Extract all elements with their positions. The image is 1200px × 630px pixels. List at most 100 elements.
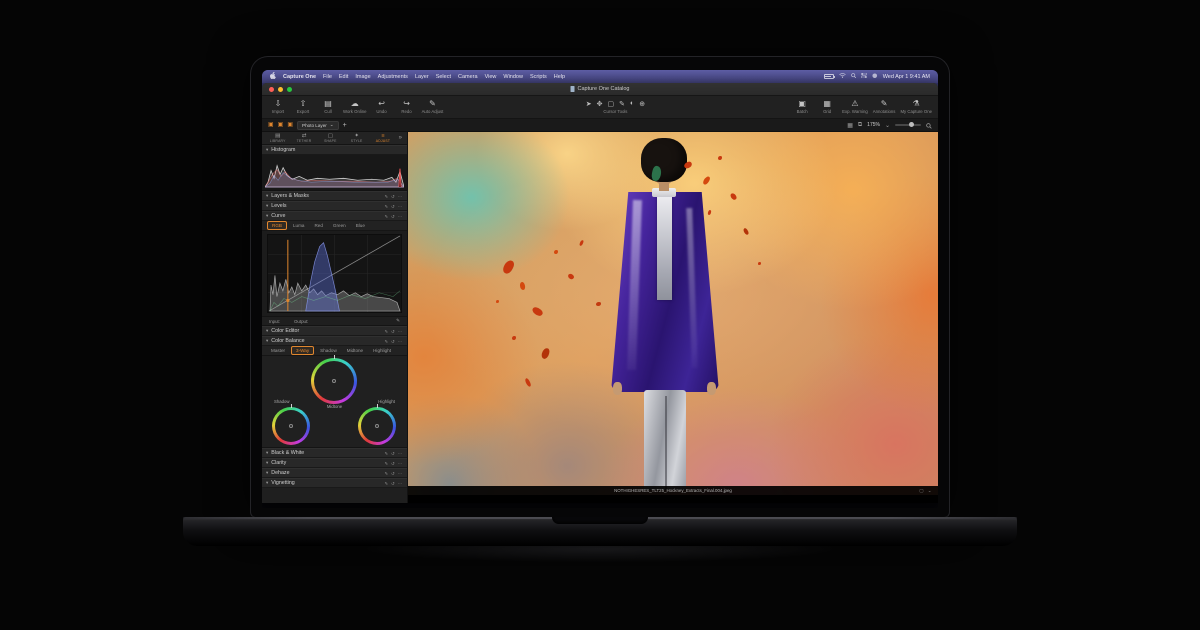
menu-item-image[interactable]: Image (355, 74, 370, 80)
tab-adjust[interactable]: ≡ ADJUST (370, 133, 395, 143)
menu-item-window[interactable]: Window (503, 74, 523, 80)
search-icon[interactable] (850, 72, 857, 81)
stage: Capture One File Edit Image Adjustments … (0, 0, 1200, 630)
color-editor-panel-header[interactable]: ▾ Color Editor ✎ ↺ ⋯ (262, 326, 407, 336)
menu-item-camera[interactable]: Camera (458, 74, 478, 80)
color-balance-wheels: Shadow Midtone Highlight (262, 355, 407, 448)
tab-style[interactable]: ✦ STYLE (344, 133, 369, 143)
control-center-icon[interactable] (860, 72, 868, 80)
menu-item-app[interactable]: Capture One (283, 74, 316, 80)
zoom-slider-knob[interactable] (909, 122, 915, 127)
siri-icon[interactable] (872, 73, 878, 81)
midtone-color-wheel[interactable] (311, 355, 357, 404)
panel-action-icons[interactable]: ✎ ↺ ⋯ (384, 194, 403, 199)
wifi-icon[interactable] (838, 73, 846, 80)
cb-tab-shadow[interactable]: Shadow (316, 347, 341, 354)
curve-panel-header[interactable]: ▾ Curve ✎ ↺ ⋯ (262, 211, 407, 221)
clarity-panel-header[interactable]: ▾ Clarity ✎ ↺ ⋯ (262, 458, 407, 468)
menu-item-select[interactable]: Select (436, 74, 451, 80)
color-balance-panel-header[interactable]: ▾ Color Balance ✎ ↺ ⋯ (262, 336, 407, 346)
viewer-grid-icon[interactable]: ▦ (847, 122, 853, 129)
image-filename: NOTHIGHESRES_TLT25_Hockney_Extracts_Fina… (614, 488, 732, 493)
cull-button[interactable]: ▤ Cull (318, 100, 338, 115)
zoom-window-button[interactable] (287, 86, 292, 92)
curve-io-row: Input: Output: ✎ (262, 317, 407, 326)
batch-button[interactable]: ▣ Batch (792, 100, 812, 115)
menu-item-layer[interactable]: Layer (415, 74, 429, 80)
layer-dropdown[interactable]: Photo Layer ⌄ (297, 120, 339, 130)
redo-button[interactable]: ↪ Redo (397, 100, 417, 115)
cb-tab-midtone[interactable]: Midtone (343, 347, 367, 354)
zoom-slider[interactable] (895, 122, 921, 127)
annotations-button[interactable]: ✎ Annotations (873, 99, 896, 115)
window-title-bar: Capture One Catalog (262, 83, 938, 96)
crop-tool-icon[interactable]: ▢ (608, 100, 615, 108)
menu-bar-clock[interactable]: Wed Apr 1 9:41 AM (883, 74, 930, 80)
more-tabs-icon[interactable]: » (397, 135, 404, 141)
menu-item-edit[interactable]: Edit (339, 74, 348, 80)
curve-tab-rgb[interactable]: RGB (267, 221, 287, 230)
work-online-button[interactable]: ☁ Work Online (343, 100, 367, 115)
tab-library[interactable]: ▤ LIBRARY (265, 133, 290, 143)
apple-menu-icon[interactable] (270, 72, 276, 81)
menu-item-scripts[interactable]: Scripts (530, 74, 547, 80)
histogram-panel-header[interactable]: ▾ Histogram (262, 145, 407, 155)
menu-item-view[interactable]: View (485, 74, 497, 80)
cb-tab-highlight[interactable]: Highlight (369, 347, 395, 354)
import-button[interactable]: ⇩ Import (268, 100, 288, 115)
grid-button[interactable]: ▦ Grid (817, 100, 837, 115)
pointer-tool-icon[interactable]: ➤ (586, 100, 592, 108)
black-white-panel-header[interactable]: ▾ Black & White ✎ ↺ ⋯ (262, 448, 407, 458)
close-window-button[interactable] (269, 86, 274, 92)
tab-shape[interactable]: ▢ SHAPE (318, 133, 343, 143)
annotations-icon: ✎ (880, 99, 888, 108)
zoom-level-value[interactable]: 175% (867, 122, 880, 128)
menu-item-file[interactable]: File (323, 74, 332, 80)
curve-tab-red[interactable]: Red (310, 222, 326, 229)
mask-tool-icon[interactable]: ◐ (630, 100, 634, 108)
menu-item-help[interactable]: Help (554, 74, 565, 80)
vignetting-panel-header[interactable]: ▾ Vignetting ✎ ↺ ⋯ (262, 478, 407, 488)
shadow-wheel-label: Shadow (274, 399, 290, 404)
warning-icon: ⚠ (851, 99, 859, 108)
silver-pants (644, 390, 686, 490)
macbook-screen: Capture One File Edit Image Adjustments … (250, 56, 950, 518)
levels-panel-header[interactable]: ▾ Levels ✎ ↺ ⋯ (262, 201, 407, 211)
auto-adjust-button[interactable]: ✎ Auto Adjust (422, 100, 444, 115)
battery-icon[interactable] (823, 74, 835, 79)
zoom-tool-icon[interactable]: ⊕ (639, 100, 645, 108)
tool-tabs: ▤ LIBRARY ⇄ TETHER ▢ SHAPE ✦ STYLE ≡ ADJUST » (262, 132, 407, 145)
exposure-warning-button[interactable]: ⚠ Exp. Warning (842, 99, 868, 115)
layer-icon[interactable]: ▣ (278, 122, 284, 128)
curve-output-label: Output: (294, 318, 309, 324)
layer-icon[interactable]: ▣ (268, 122, 274, 128)
zoom-chevron-icon[interactable]: ⌄ (885, 122, 890, 129)
dehaze-panel-header[interactable]: ▾ Dehaze ✎ ↺ ⋯ (262, 468, 407, 478)
cb-tab-3way[interactable]: 3-Way (291, 346, 315, 355)
menu-item-adjustments[interactable]: Adjustments (378, 74, 408, 80)
curve-pen-icon[interactable]: ✎ (396, 318, 400, 324)
image-viewer: NOTHIGHESRES_TLT25_Hockney_Extracts_Fina… (408, 132, 938, 503)
draw-tool-icon[interactable]: ✎ (619, 100, 625, 108)
viewer-copy-icon[interactable]: ⧉ (858, 122, 862, 129)
tab-tether[interactable]: ⇄ TETHER (291, 133, 316, 143)
capture-one-window: Capture One Catalog ⇩ Import ⇧ Export ▤ Cul… (262, 83, 938, 503)
export-button[interactable]: ⇧ Export (293, 100, 313, 115)
curve-tab-luma[interactable]: Luma (289, 222, 309, 229)
filename-bar: NOTHIGHESRES_TLT25_Hockney_Extracts_Fina… (408, 486, 938, 495)
add-layer-button[interactable]: + (343, 122, 347, 129)
minimize-window-button[interactable] (278, 86, 283, 92)
layers-masks-panel-header[interactable]: ▾ Layers & Masks ✎ ↺ ⋯ (262, 191, 407, 201)
shadow-color-wheel[interactable] (272, 404, 310, 445)
viewer-corner-icons[interactable]: ▢ ⌄ (919, 488, 933, 494)
cb-tab-master[interactable]: Master (267, 347, 289, 354)
undo-button[interactable]: ↩ Undo (372, 100, 392, 115)
photo-canvas[interactable]: NOTHIGHESRES_TLT25_Hockney_Extracts_Fina… (408, 132, 938, 495)
layer-icon[interactable]: ▣ (287, 122, 293, 128)
curve-tab-green[interactable]: Green (329, 222, 350, 229)
pan-tool-icon[interactable]: ✥ (597, 100, 603, 108)
curve-graph[interactable] (262, 231, 407, 317)
my-capture-one-button[interactable]: ⚗ My Capture One (900, 100, 932, 115)
highlight-color-wheel[interactable] (358, 404, 396, 445)
curve-tab-blue[interactable]: Blue (352, 222, 369, 229)
